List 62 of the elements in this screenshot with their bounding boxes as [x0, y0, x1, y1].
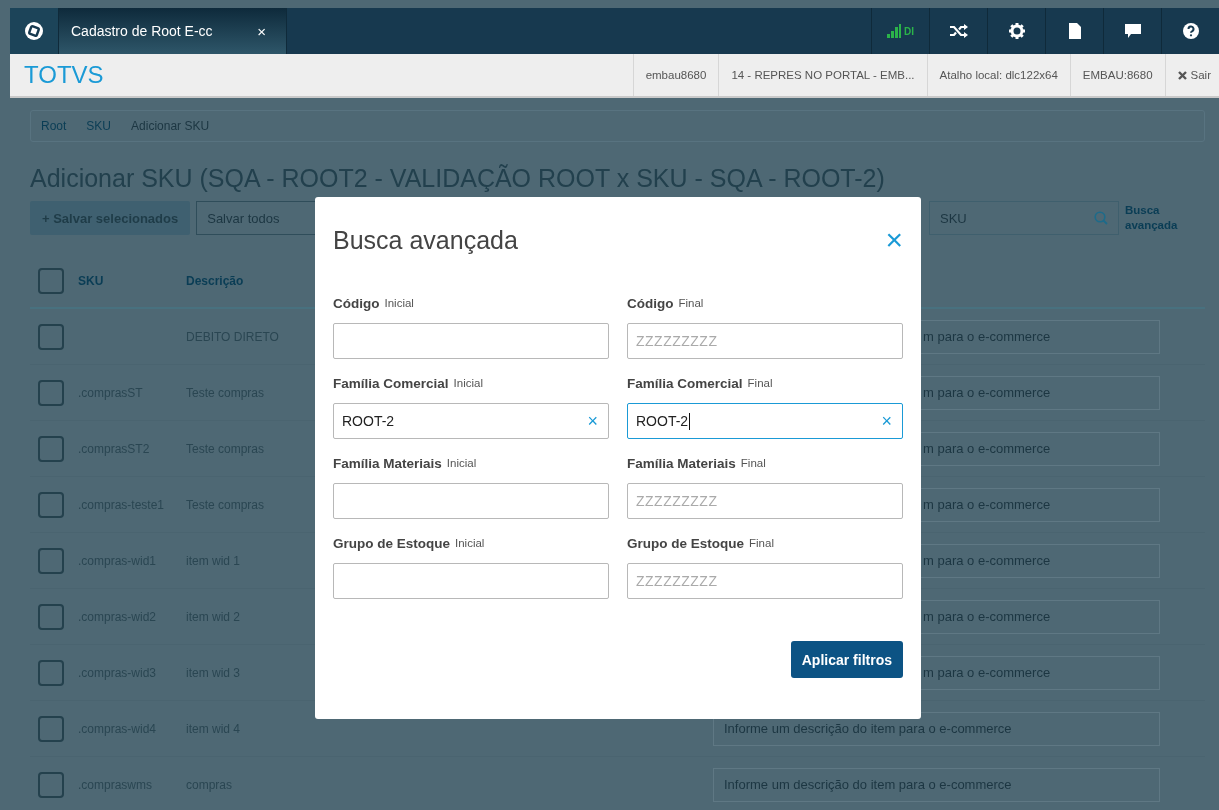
clear-button[interactable]: ×: [587, 410, 598, 432]
filter-input[interactable]: ZZZZZZZZZ: [627, 563, 903, 599]
app-tab[interactable]: Cadastro de Root E-cc ×: [58, 8, 287, 54]
breadcrumb-item[interactable]: Root: [41, 119, 67, 133]
field-sublabel: Final: [747, 377, 773, 389]
field-sublabel: Inicial: [384, 297, 414, 309]
filter-input[interactable]: ROOT-2 ×: [333, 403, 609, 439]
clear-button[interactable]: ×: [881, 410, 892, 432]
field-label: Código: [333, 295, 380, 311]
session-info: 14 - REPRES NO PORTAL - EMB...: [718, 54, 927, 96]
signal-label: DI: [904, 25, 914, 37]
field-sublabel: Final: [678, 297, 704, 309]
help-icon[interactable]: [1182, 23, 1199, 39]
apply-filters-button[interactable]: Aplicar filtros: [790, 641, 903, 678]
document-icon[interactable]: [1068, 23, 1081, 39]
close-icon: [1177, 70, 1187, 80]
session-info: embau8680: [632, 54, 719, 96]
row-checkbox[interactable]: [38, 547, 64, 574]
field-sublabel: Inicial: [455, 537, 485, 549]
filter-input[interactable]: [333, 483, 609, 519]
row-checkbox[interactable]: [38, 491, 64, 518]
settings-icon[interactable]: [1008, 23, 1025, 39]
field-label: Família Materiais: [627, 455, 736, 471]
advanced-search-link[interactable]: Busca avançada: [1125, 203, 1195, 233]
row-checkbox[interactable]: [38, 379, 64, 406]
breadcrumb-item[interactable]: SKU: [86, 119, 112, 133]
row-checkbox[interactable]: [38, 603, 64, 630]
chat-icon[interactable]: [1124, 24, 1141, 38]
select-all-checkbox[interactable]: [38, 268, 64, 294]
filter-input[interactable]: ROOT-2 ×: [627, 403, 903, 439]
row-checkbox[interactable]: [38, 659, 64, 686]
logo-icon[interactable]: [24, 21, 44, 41]
signal-icon: [887, 24, 901, 38]
filter-input[interactable]: [333, 563, 609, 599]
row-checkbox[interactable]: [38, 715, 64, 742]
field-label: Família Materiais: [333, 455, 442, 471]
row-checkbox[interactable]: [38, 323, 64, 350]
logout-button[interactable]: Sair: [1164, 54, 1219, 96]
shuffle-icon[interactable]: [949, 24, 968, 38]
row-checkbox[interactable]: [38, 435, 64, 462]
row-checkbox[interactable]: [38, 771, 64, 798]
tab-title: Cadastro de Root E-cc: [71, 23, 213, 39]
session-info: Atalho local: dlc122x64: [926, 54, 1070, 96]
field-label: Família Comercial: [333, 375, 449, 391]
field-sublabel: Final: [740, 457, 766, 469]
filter-input[interactable]: [333, 323, 609, 359]
field-label: Grupo de Estoque: [627, 535, 744, 551]
field-sublabel: Inicial: [453, 377, 483, 389]
brand-logo: TOTVS: [23, 61, 104, 89]
field-label: Grupo de Estoque: [333, 535, 450, 551]
filter-input[interactable]: ZZZZZZZZZ: [627, 483, 903, 519]
search-icon: [1094, 211, 1108, 225]
tab-close-button[interactable]: ×: [257, 22, 266, 40]
session-info: EMBAU:8680: [1069, 54, 1165, 96]
field-label: Família Comercial: [627, 375, 743, 391]
field-sublabel: Final: [749, 537, 774, 549]
column-header[interactable]: SKU: [64, 274, 186, 288]
field-label: Código: [627, 295, 674, 311]
column-header[interactable]: Descrição: [186, 274, 316, 288]
field-sublabel: Inicial: [446, 457, 477, 469]
filter-input[interactable]: ZZZZZZZZZ: [627, 323, 903, 359]
close-button[interactable]: ×: [885, 223, 903, 257]
